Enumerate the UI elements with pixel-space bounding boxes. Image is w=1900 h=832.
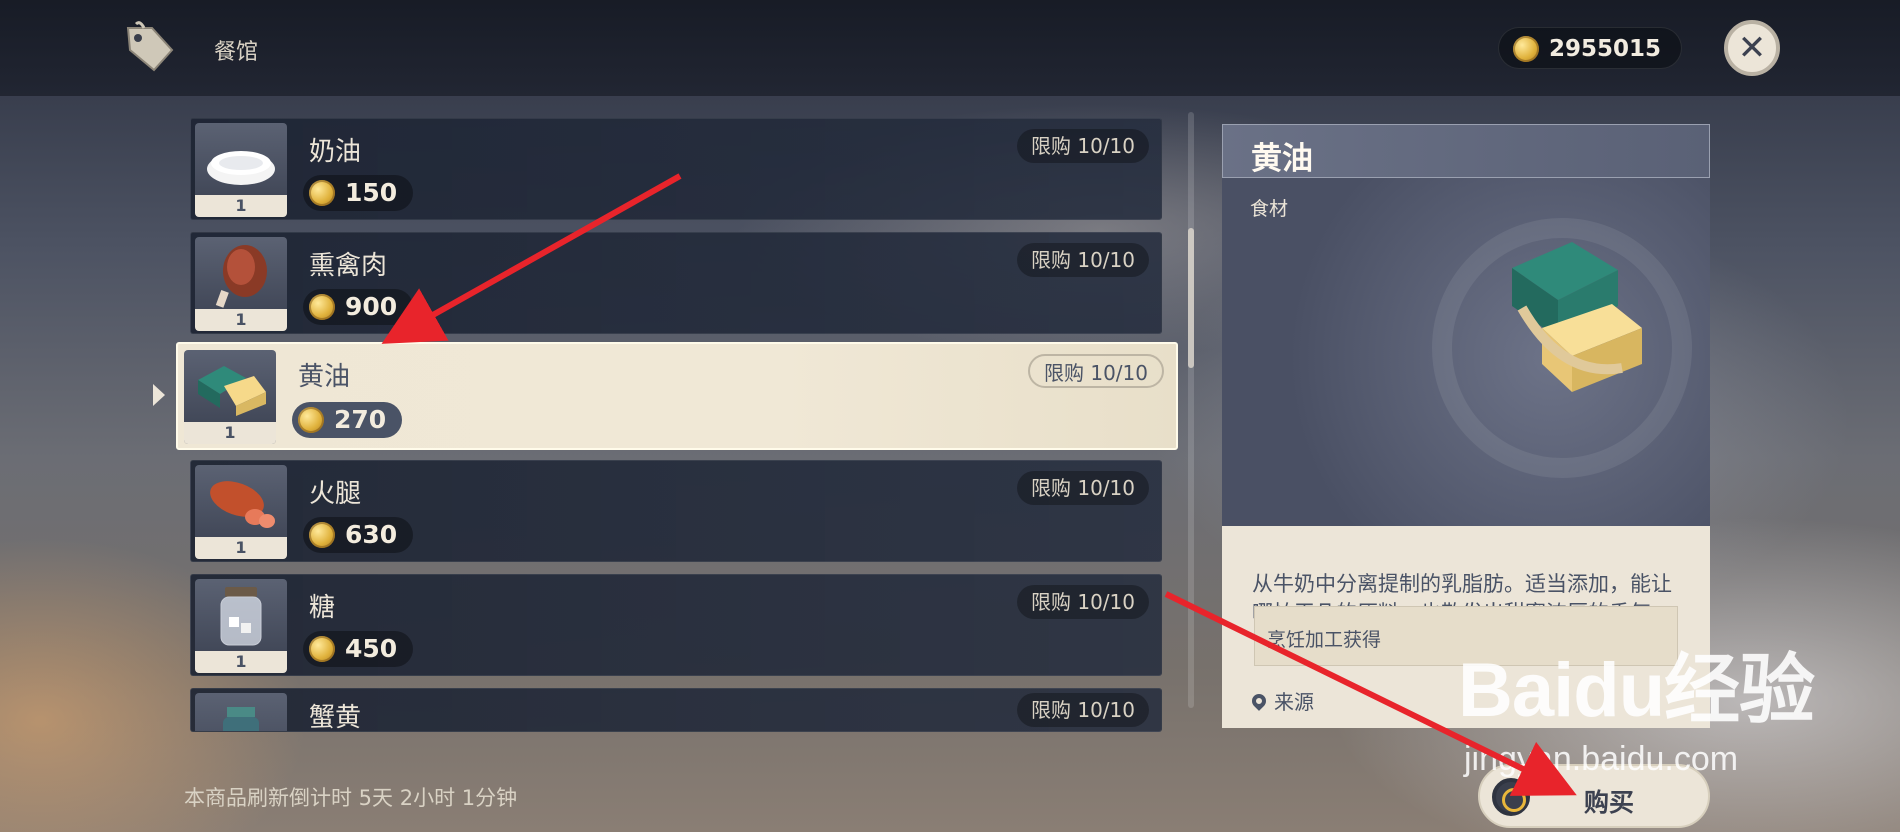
item-category: 食材 <box>1250 198 1289 220</box>
watermark-url: jingyan.baidu.com <box>1464 740 1739 778</box>
item-price: 270 <box>292 402 403 438</box>
item-name: 熏禽肉 <box>309 251 388 281</box>
mora-coin-icon <box>309 294 335 320</box>
shop-item-row[interactable]: 1 火腿 630 限购 10/10 <box>190 460 1162 562</box>
shop-item-row[interactable]: 1 熏禽肉 900 限购 10/10 <box>190 232 1162 334</box>
item-quantity: 1 <box>195 537 287 559</box>
selected-indicator-icon <box>153 384 165 406</box>
item-name: 火腿 <box>309 479 362 509</box>
butter-icon: 1 <box>184 350 276 444</box>
close-button[interactable]: ✕ <box>1724 20 1780 76</box>
top-bar: 餐馆 2955015 ✕ <box>0 0 1900 96</box>
mora-coin-icon <box>1513 36 1539 62</box>
mora-coin-icon <box>309 180 335 206</box>
currency-display: 2955015 <box>1498 27 1682 69</box>
item-quantity: 1 <box>195 195 287 217</box>
item-price: 150 <box>303 175 414 211</box>
sugar-jar-icon: 1 <box>195 579 287 673</box>
source-value: 烹饪加工获得 <box>1267 629 1382 651</box>
refresh-countdown: 本商品刷新倒计时 5天 2小时 1分钟 <box>184 786 518 810</box>
baidu-watermark: Baidu经验 jingyan.baidu.com <box>1458 628 1815 778</box>
purchase-limit-badge: 限购 10/10 <box>1017 129 1149 163</box>
purchase-limit-badge: 限购 10/10 <box>1017 471 1149 505</box>
butter-large-icon <box>1432 218 1692 478</box>
list-scrollbar[interactable] <box>1188 112 1194 708</box>
item-name: 糖 <box>309 593 336 623</box>
shop-title: 餐馆 <box>214 40 259 65</box>
detail-hero: 食材 <box>1222 178 1710 526</box>
purchase-limit-badge: 限购 10/10 <box>1017 585 1149 619</box>
purchase-limit-badge: 限购 10/10 <box>1017 243 1149 277</box>
close-icon: ✕ <box>1737 28 1767 68</box>
item-name: 蟹黄 <box>309 703 362 732</box>
currency-amount: 2955015 <box>1549 36 1662 62</box>
item-price: 900 <box>303 289 414 325</box>
location-pin-icon <box>1249 690 1269 711</box>
item-quantity: 1 <box>195 651 287 673</box>
item-name: 奶油 <box>309 137 362 167</box>
smoked-poultry-icon: 1 <box>195 237 287 331</box>
mora-coin-icon <box>298 407 324 433</box>
ham-icon: 1 <box>195 465 287 559</box>
watermark-main: Baidu经验 <box>1458 648 1815 733</box>
source-label: 来源 <box>1249 686 1314 715</box>
buy-ring-icon <box>1492 778 1530 816</box>
item-quantity: 1 <box>184 422 276 444</box>
mora-coin-icon <box>309 636 335 662</box>
purchase-limit-badge: 限购 10/10 <box>1017 693 1149 727</box>
crab-roe-jar-icon <box>195 693 287 731</box>
scrollbar-thumb[interactable] <box>1188 228 1194 368</box>
shop-item-row[interactable]: 1 奶油 150 限购 10/10 <box>190 118 1162 220</box>
shop-item-row[interactable]: 蟹黄 限购 10/10 <box>190 688 1162 732</box>
shop-tag-icon <box>126 21 174 72</box>
item-name: 黄油 <box>298 362 351 392</box>
purchase-limit-badge: 限购 10/10 <box>1028 354 1164 388</box>
mora-coin-icon <box>309 522 335 548</box>
detail-header: 黄油 <box>1222 124 1710 178</box>
shop-item-row[interactable]: 1 糖 450 限购 10/10 <box>190 574 1162 676</box>
detail-item-name: 黄油 <box>1251 141 1313 177</box>
item-quantity: 1 <box>195 309 287 331</box>
item-price: 450 <box>303 631 414 667</box>
buy-label: 购买 <box>1584 788 1635 817</box>
cream-bowl-icon: 1 <box>195 123 287 217</box>
shop-item-row-selected[interactable]: 1 黄油 270 限购 10/10 <box>176 342 1178 450</box>
item-price: 630 <box>303 517 414 553</box>
